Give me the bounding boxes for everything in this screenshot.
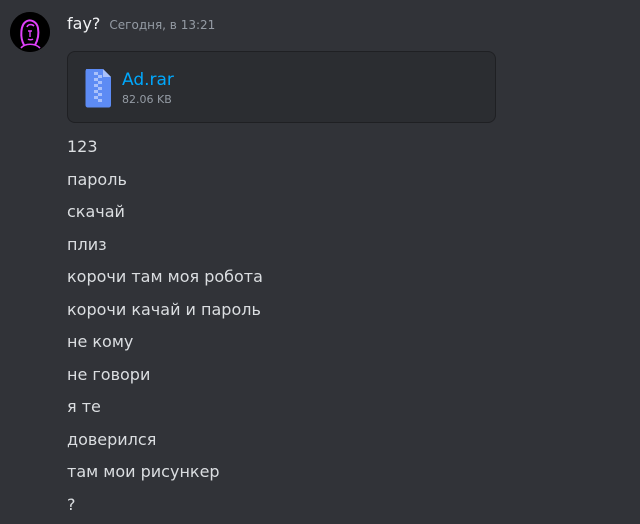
message-line: плиз	[67, 234, 107, 254]
file-attachment: Ad.rar 82.06 KB	[67, 51, 496, 123]
message-lines: 123 пароль скачай плиз корочи там моя ро…	[67, 134, 627, 524]
message-line: ?	[67, 494, 76, 514]
username[interactable]: fay?	[67, 14, 100, 33]
message-line: 123	[67, 137, 98, 156]
message-line: не говори	[67, 364, 151, 384]
message-header: fay? Сегодня, в 13:21	[67, 14, 215, 38]
message-line: корочи качай и пароль	[67, 299, 261, 319]
zip-archive-icon	[83, 67, 113, 109]
message-line: там мои рисункер	[67, 462, 220, 481]
message-line: я те	[67, 397, 101, 416]
message-line: корочи там моя робота	[67, 267, 263, 286]
user-avatar[interactable]	[10, 12, 50, 52]
file-size: 82.06 KB	[122, 93, 172, 106]
message-line: скачай	[67, 202, 125, 221]
timestamp: Сегодня, в 13:21	[109, 18, 216, 32]
hooded-figure-avatar-icon	[10, 12, 50, 52]
message-line: не кому	[67, 332, 134, 351]
chat-message: fay? Сегодня, в 13:21 Ad.rar 82.06 KB 12…	[0, 0, 640, 524]
file-download-link[interactable]: Ad.rar	[122, 70, 174, 90]
message-line: пароль	[67, 169, 127, 189]
message-line: доверился	[67, 429, 157, 449]
